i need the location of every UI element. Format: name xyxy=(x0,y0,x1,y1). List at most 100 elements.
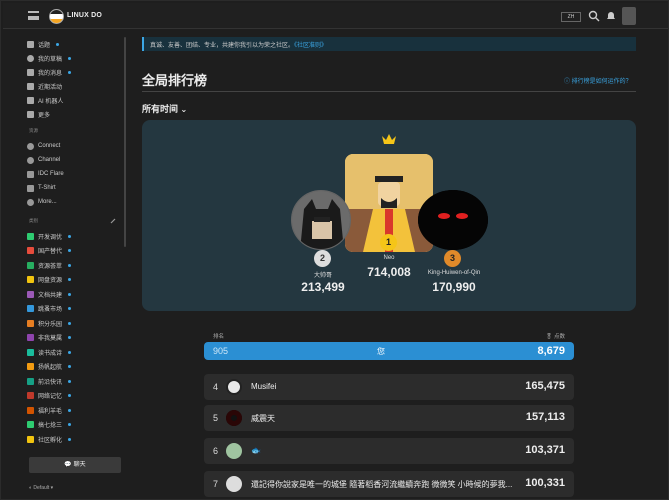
edit-icon[interactable] xyxy=(110,218,116,224)
unread-dot xyxy=(68,321,72,325)
sidebar-item-label: Channel xyxy=(38,157,61,163)
sidebar-item-category[interactable]: 网盘资源 xyxy=(27,274,72,286)
category-icon xyxy=(27,290,34,298)
second-place-avatar[interactable] xyxy=(291,190,351,250)
sidebar-item-category[interactable]: 网络记忆 xyxy=(27,390,72,402)
topics-icon xyxy=(27,40,34,48)
sidebar-item-label: 网盘资源 xyxy=(38,278,63,284)
sidebar-item-label: More... xyxy=(38,199,57,205)
unread-dot xyxy=(68,423,72,426)
sidebar-item-category[interactable]: 前沿快讯 xyxy=(27,375,72,387)
second-place-name[interactable]: 大帅哥 xyxy=(263,270,383,279)
table-row[interactable]: 4 Musifei 165,475 xyxy=(204,374,574,400)
more-icon xyxy=(27,110,34,118)
row-points: 165,475 xyxy=(525,380,565,392)
page-title: 全局排行榜 xyxy=(142,73,208,88)
sidebar-section-resources[interactable]: 资源 xyxy=(29,128,38,134)
site-logo[interactable] xyxy=(49,9,64,24)
sidebar-item-category[interactable]: 福利羊毛 xyxy=(27,404,72,416)
chat-button[interactable]: 💬 聊天 xyxy=(29,457,121,473)
points-column-header: 🎖 点数 xyxy=(545,332,565,340)
avatar[interactable] xyxy=(226,443,242,459)
first-place-name[interactable]: Neo xyxy=(329,255,449,261)
drafts-icon xyxy=(27,54,34,62)
theme-label: Default xyxy=(33,485,50,491)
sidebar-item-activity[interactable]: 近期活动 xyxy=(27,80,62,92)
sidebar-item-category[interactable]: 积分乐园 xyxy=(27,317,72,329)
third-place-name[interactable]: King-Huiwen-of-Qin xyxy=(394,270,514,276)
avatar[interactable] xyxy=(226,379,242,395)
category-icon xyxy=(27,276,34,283)
avatar[interactable] xyxy=(226,410,242,426)
sidebar-item-messages[interactable]: 我的消息 xyxy=(27,66,72,78)
sidebar-item-label: 我的草稿 xyxy=(38,56,63,63)
sidebar-item-label: 社区孵化 xyxy=(38,437,63,444)
unread-dot xyxy=(68,292,72,296)
sidebar-item-category[interactable]: 读书成诗 xyxy=(27,346,72,358)
sidebar-section-categories[interactable]: 类别 xyxy=(29,218,38,224)
sidebar-scrollbar[interactable] xyxy=(124,37,126,247)
avatar[interactable] xyxy=(622,7,636,25)
leaderboard-header: 排名 🎖 点数 xyxy=(204,330,574,342)
sidebar-item-idc-flare[interactable]: IDC Flare xyxy=(27,168,64,180)
sidebar-item-label: 扬帆起航 xyxy=(38,365,63,371)
sidebar-item-more-resources[interactable]: More... xyxy=(27,196,57,208)
guidelines-link[interactable]: 《社区准则》 xyxy=(294,43,327,49)
sidebar-item-category[interactable]: 非我莫属 xyxy=(27,332,72,344)
theme-selector[interactable]: ◐ Default ▾ xyxy=(29,485,53,491)
sidebar-item-tshirt[interactable]: T-Shirt xyxy=(27,182,56,194)
sidebar-item-label: 我的消息 xyxy=(38,70,63,77)
search-icon[interactable] xyxy=(588,10,600,22)
second-place-score: 213,499 xyxy=(301,280,345,294)
category-icon xyxy=(27,247,34,254)
sidebar-item-category[interactable]: 搞七捻三 xyxy=(27,419,72,431)
avatar[interactable] xyxy=(226,476,242,492)
sidebar-item-category[interactable]: 社区孵化 xyxy=(27,433,72,445)
table-row[interactable]: 5 威震天 157,113 xyxy=(204,405,574,431)
robot-icon xyxy=(27,96,34,104)
unread-dot xyxy=(68,56,72,60)
sidebar-item-ai-bot[interactable]: AI 机器人 xyxy=(27,94,63,106)
info-icon: ⓘ xyxy=(564,79,572,85)
sidebar-item-connect[interactable]: Connect xyxy=(27,140,60,152)
current-user-row[interactable]: 905 您 8,679 xyxy=(204,342,574,360)
menu-icon[interactable] xyxy=(28,11,39,20)
server-icon xyxy=(27,170,34,178)
row-username[interactable]: 還記得你說家是唯一的城堡 隨著稻香河流繼續奔跑 微微笑 小時候的夢我... xyxy=(251,479,521,490)
sidebar-item-drafts[interactable]: 我的草稿 xyxy=(27,52,72,64)
current-user-name: 您 xyxy=(377,347,385,356)
sidebar-item-topics[interactable]: 话题 xyxy=(27,38,60,50)
sidebar-item-category[interactable]: 国产替代 xyxy=(27,245,72,257)
period-dropdown[interactable]: 所有时间 ⌄ xyxy=(142,102,187,115)
messages-icon xyxy=(27,68,34,76)
row-username[interactable]: Musifei xyxy=(251,382,521,391)
category-icon xyxy=(27,392,34,399)
how-it-works-link[interactable]: ⓘ 排行榜是如何运作的？ xyxy=(564,76,632,85)
bell-icon[interactable] xyxy=(605,10,617,22)
announcement-banner: 真诚、友善、团结、专业，共建你我引以为荣之社区。《社区准则》 xyxy=(142,37,636,51)
unread-dot xyxy=(68,234,72,238)
brand-name[interactable]: LINUX DO xyxy=(67,12,102,19)
sidebar-item-label: 话题 xyxy=(38,42,51,49)
category-icon xyxy=(27,232,34,240)
table-row[interactable]: 6 🐟 103,371 xyxy=(204,438,574,464)
divider xyxy=(142,91,636,92)
sidebar-item-more[interactable]: 更多 xyxy=(27,108,50,120)
sidebar-item-category[interactable]: 扬帆起航 xyxy=(27,361,72,373)
language-switcher[interactable]: ZH xyxy=(561,12,581,22)
category-icon xyxy=(27,421,34,428)
rank-badge-1: 1 xyxy=(380,234,397,251)
row-rank: 7 xyxy=(213,479,219,489)
third-place-avatar[interactable] xyxy=(418,190,488,250)
row-username[interactable]: 威震天 xyxy=(251,413,521,424)
sidebar-item-label: 资源荟萃 xyxy=(38,263,63,270)
row-username[interactable]: 🐟 xyxy=(251,446,521,455)
sidebar-item-category[interactable]: 文档共建 xyxy=(27,288,72,300)
table-row[interactable]: 7 還記得你說家是唯一的城堡 隨著稻香河流繼續奔跑 微微笑 小時候的夢我... … xyxy=(204,471,574,497)
sidebar-item-category[interactable]: 资源荟萃 xyxy=(27,259,72,271)
sidebar-item-category[interactable]: 开发调优 xyxy=(27,230,72,242)
connect-icon xyxy=(27,142,34,150)
sidebar-item-category[interactable]: 跳蚤市场 xyxy=(27,303,72,315)
unread-dot xyxy=(68,278,72,281)
sidebar-item-channel[interactable]: Channel xyxy=(27,154,60,166)
